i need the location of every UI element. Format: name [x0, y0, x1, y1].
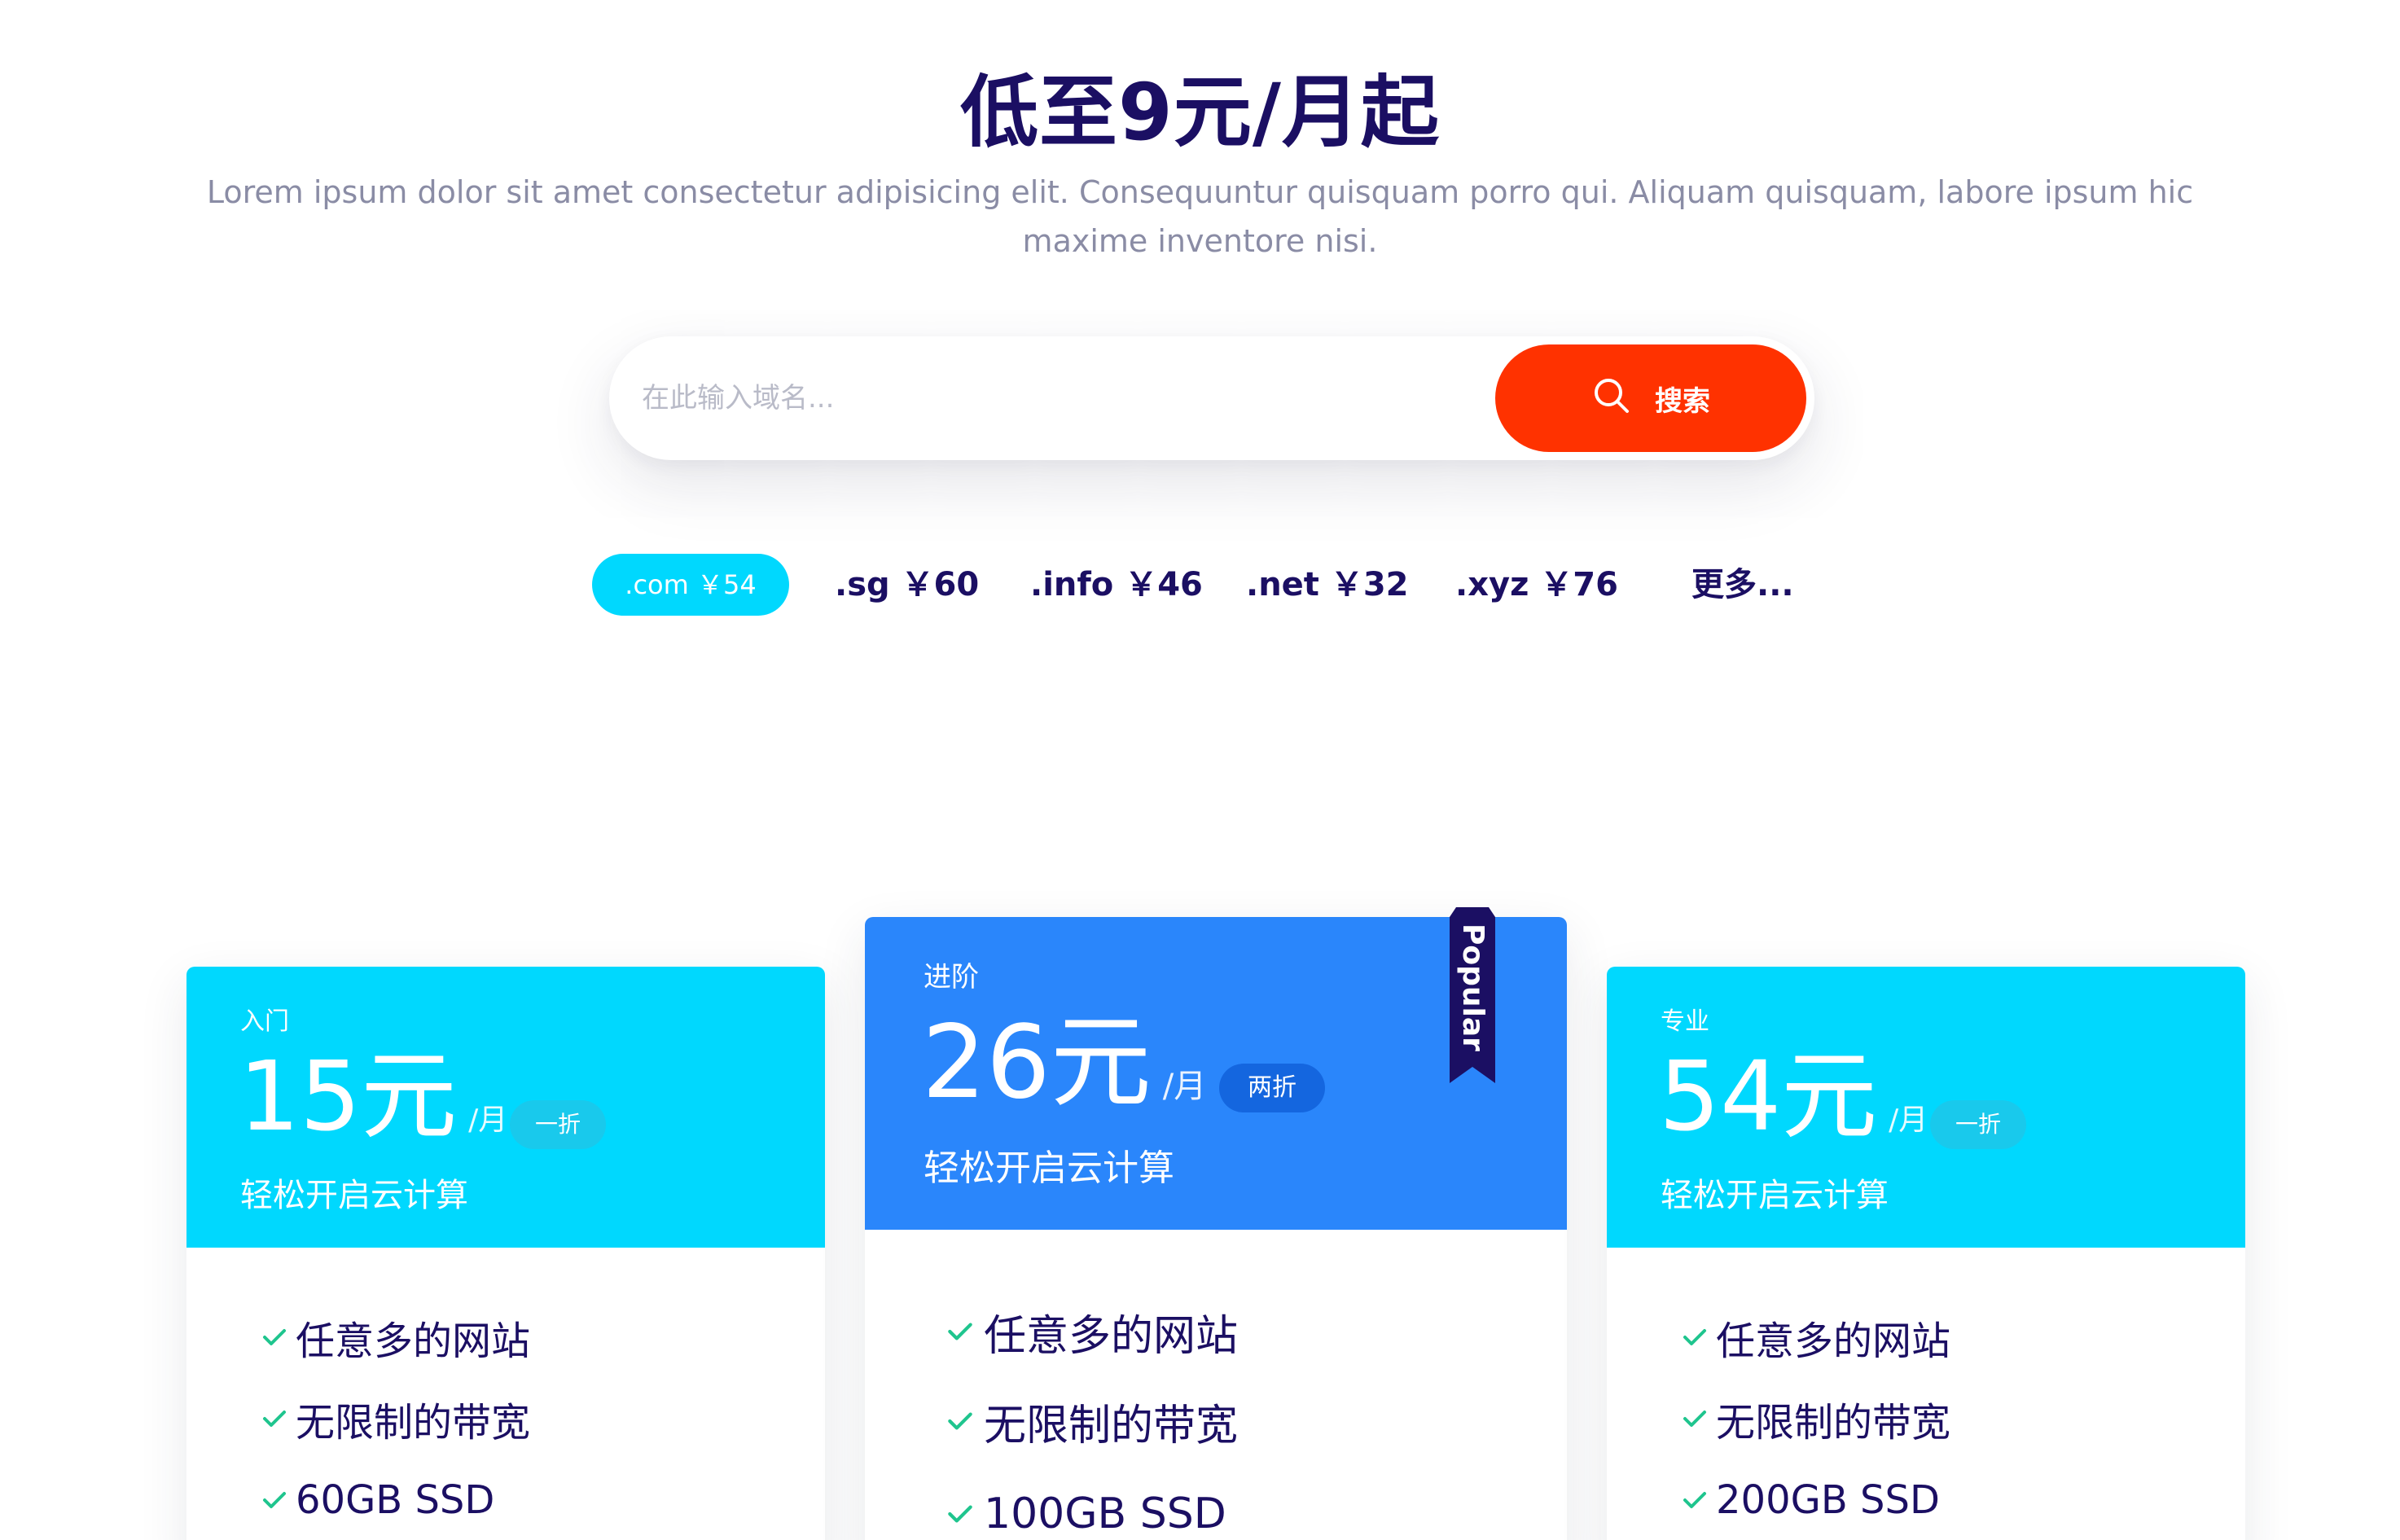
discount-badge: 一折	[1930, 1100, 2026, 1149]
plan-price-amount: 26元	[922, 1004, 1152, 1121]
domain-chip-net[interactable]: .net ￥32	[1246, 554, 1409, 616]
plan-tier: 入门	[240, 1007, 289, 1036]
plan-description: 轻松开启云计算	[240, 1177, 468, 1214]
check-icon	[263, 1492, 286, 1508]
feature-item: 无限制的带宽	[260, 1390, 530, 1447]
page-title: 低至9元/月起	[960, 67, 1440, 158]
plan-description: 轻松开启云计算	[1661, 1177, 1889, 1214]
check-icon	[948, 1323, 972, 1340]
feature-item: 任意多的网站	[260, 1309, 530, 1366]
check-icon	[1683, 1492, 1706, 1508]
domain-price-list: .com ￥54 .sg ￥60 .info ￥46 .net ￥32 .xyz…	[0, 554, 2400, 616]
check-icon	[1683, 1411, 1706, 1427]
check-icon	[948, 1505, 972, 1523]
plan-description: 轻松开启云计算	[924, 1147, 1174, 1189]
domain-chip-info[interactable]: .info ￥46	[1030, 554, 1203, 616]
feature-item: 无限制的带宽	[1680, 1390, 1950, 1447]
plan-price: 54元/月	[1659, 1048, 1928, 1144]
popular-ribbon: Popular	[1446, 907, 1498, 1083]
feature-label: 无限制的带宽	[296, 1400, 531, 1446]
feature-item: 100GB SSD	[945, 1484, 1226, 1540]
domain-chip-sg[interactable]: .sg ￥60	[835, 554, 979, 616]
feature-label: 60GB SSD	[296, 1477, 495, 1523]
plan-price-period: /月	[1162, 1068, 1207, 1105]
search-button-label: 搜索	[1655, 384, 1710, 418]
feature-item: 60GB SSD	[260, 1472, 494, 1529]
page-subtitle: Lorem ipsum dolor sit amet consectetur a…	[206, 174, 2194, 259]
plan-card-pro: 专业 54元/月 一折 轻松开启云计算 任意多的网站 无限制的带宽 200GB …	[1607, 967, 2245, 1540]
feature-label: 200GB SSD	[1716, 1477, 1940, 1523]
plan-header: 入门 15元/月 一折 轻松开启云计算	[186, 967, 825, 1248]
domain-chip-com[interactable]: .com ￥54	[592, 554, 789, 616]
check-icon	[948, 1412, 972, 1430]
check-icon	[263, 1411, 286, 1427]
check-icon	[263, 1329, 286, 1345]
plan-card-basic: 入门 15元/月 一折 轻松开启云计算 任意多的网站 无限制的带宽 60GB S…	[186, 967, 825, 1540]
feature-label: 任意多的网站	[1716, 1318, 1951, 1364]
domain-chip-xyz[interactable]: .xyz ￥76	[1455, 554, 1618, 616]
feature-label: 任意多的网站	[296, 1318, 531, 1364]
search-button[interactable]: 搜索	[1495, 344, 1806, 452]
plan-price: 15元/月	[239, 1048, 507, 1144]
discount-badge: 两折	[1219, 1064, 1325, 1112]
plan-price-amount: 54元	[1659, 1040, 1878, 1152]
feature-item: 无限制的带宽	[945, 1391, 1238, 1451]
plan-price: 26元/月	[922, 1012, 1207, 1113]
feature-item: 任意多的网站	[945, 1301, 1238, 1362]
feature-item: 任意多的网站	[1680, 1309, 1950, 1366]
plan-price-period: /月	[468, 1103, 508, 1137]
search-icon	[1591, 375, 1630, 422]
feature-label: 100GB SSD	[984, 1490, 1226, 1538]
domain-search-bar: 搜索	[609, 336, 1814, 460]
plan-tier: 专业	[1661, 1007, 1709, 1036]
ribbon-label: Popular	[1456, 924, 1490, 1051]
plan-price-period: /月	[1889, 1103, 1928, 1137]
domain-search-input[interactable]	[642, 361, 1456, 436]
check-icon	[1683, 1329, 1706, 1345]
plan-header: 专业 54元/月 一折 轻松开启云计算	[1607, 967, 2245, 1248]
feature-label: 任意多的网站	[984, 1311, 1239, 1361]
feature-item: 200GB SSD	[1680, 1472, 1940, 1529]
domain-more-link[interactable]: 更多...	[1691, 554, 1794, 616]
feature-label: 无限制的带宽	[984, 1401, 1239, 1450]
plan-tier: 进阶	[924, 961, 979, 994]
feature-label: 无限制的带宽	[1716, 1400, 1951, 1446]
plan-price-amount: 15元	[239, 1040, 458, 1152]
discount-badge: 一折	[510, 1100, 606, 1149]
